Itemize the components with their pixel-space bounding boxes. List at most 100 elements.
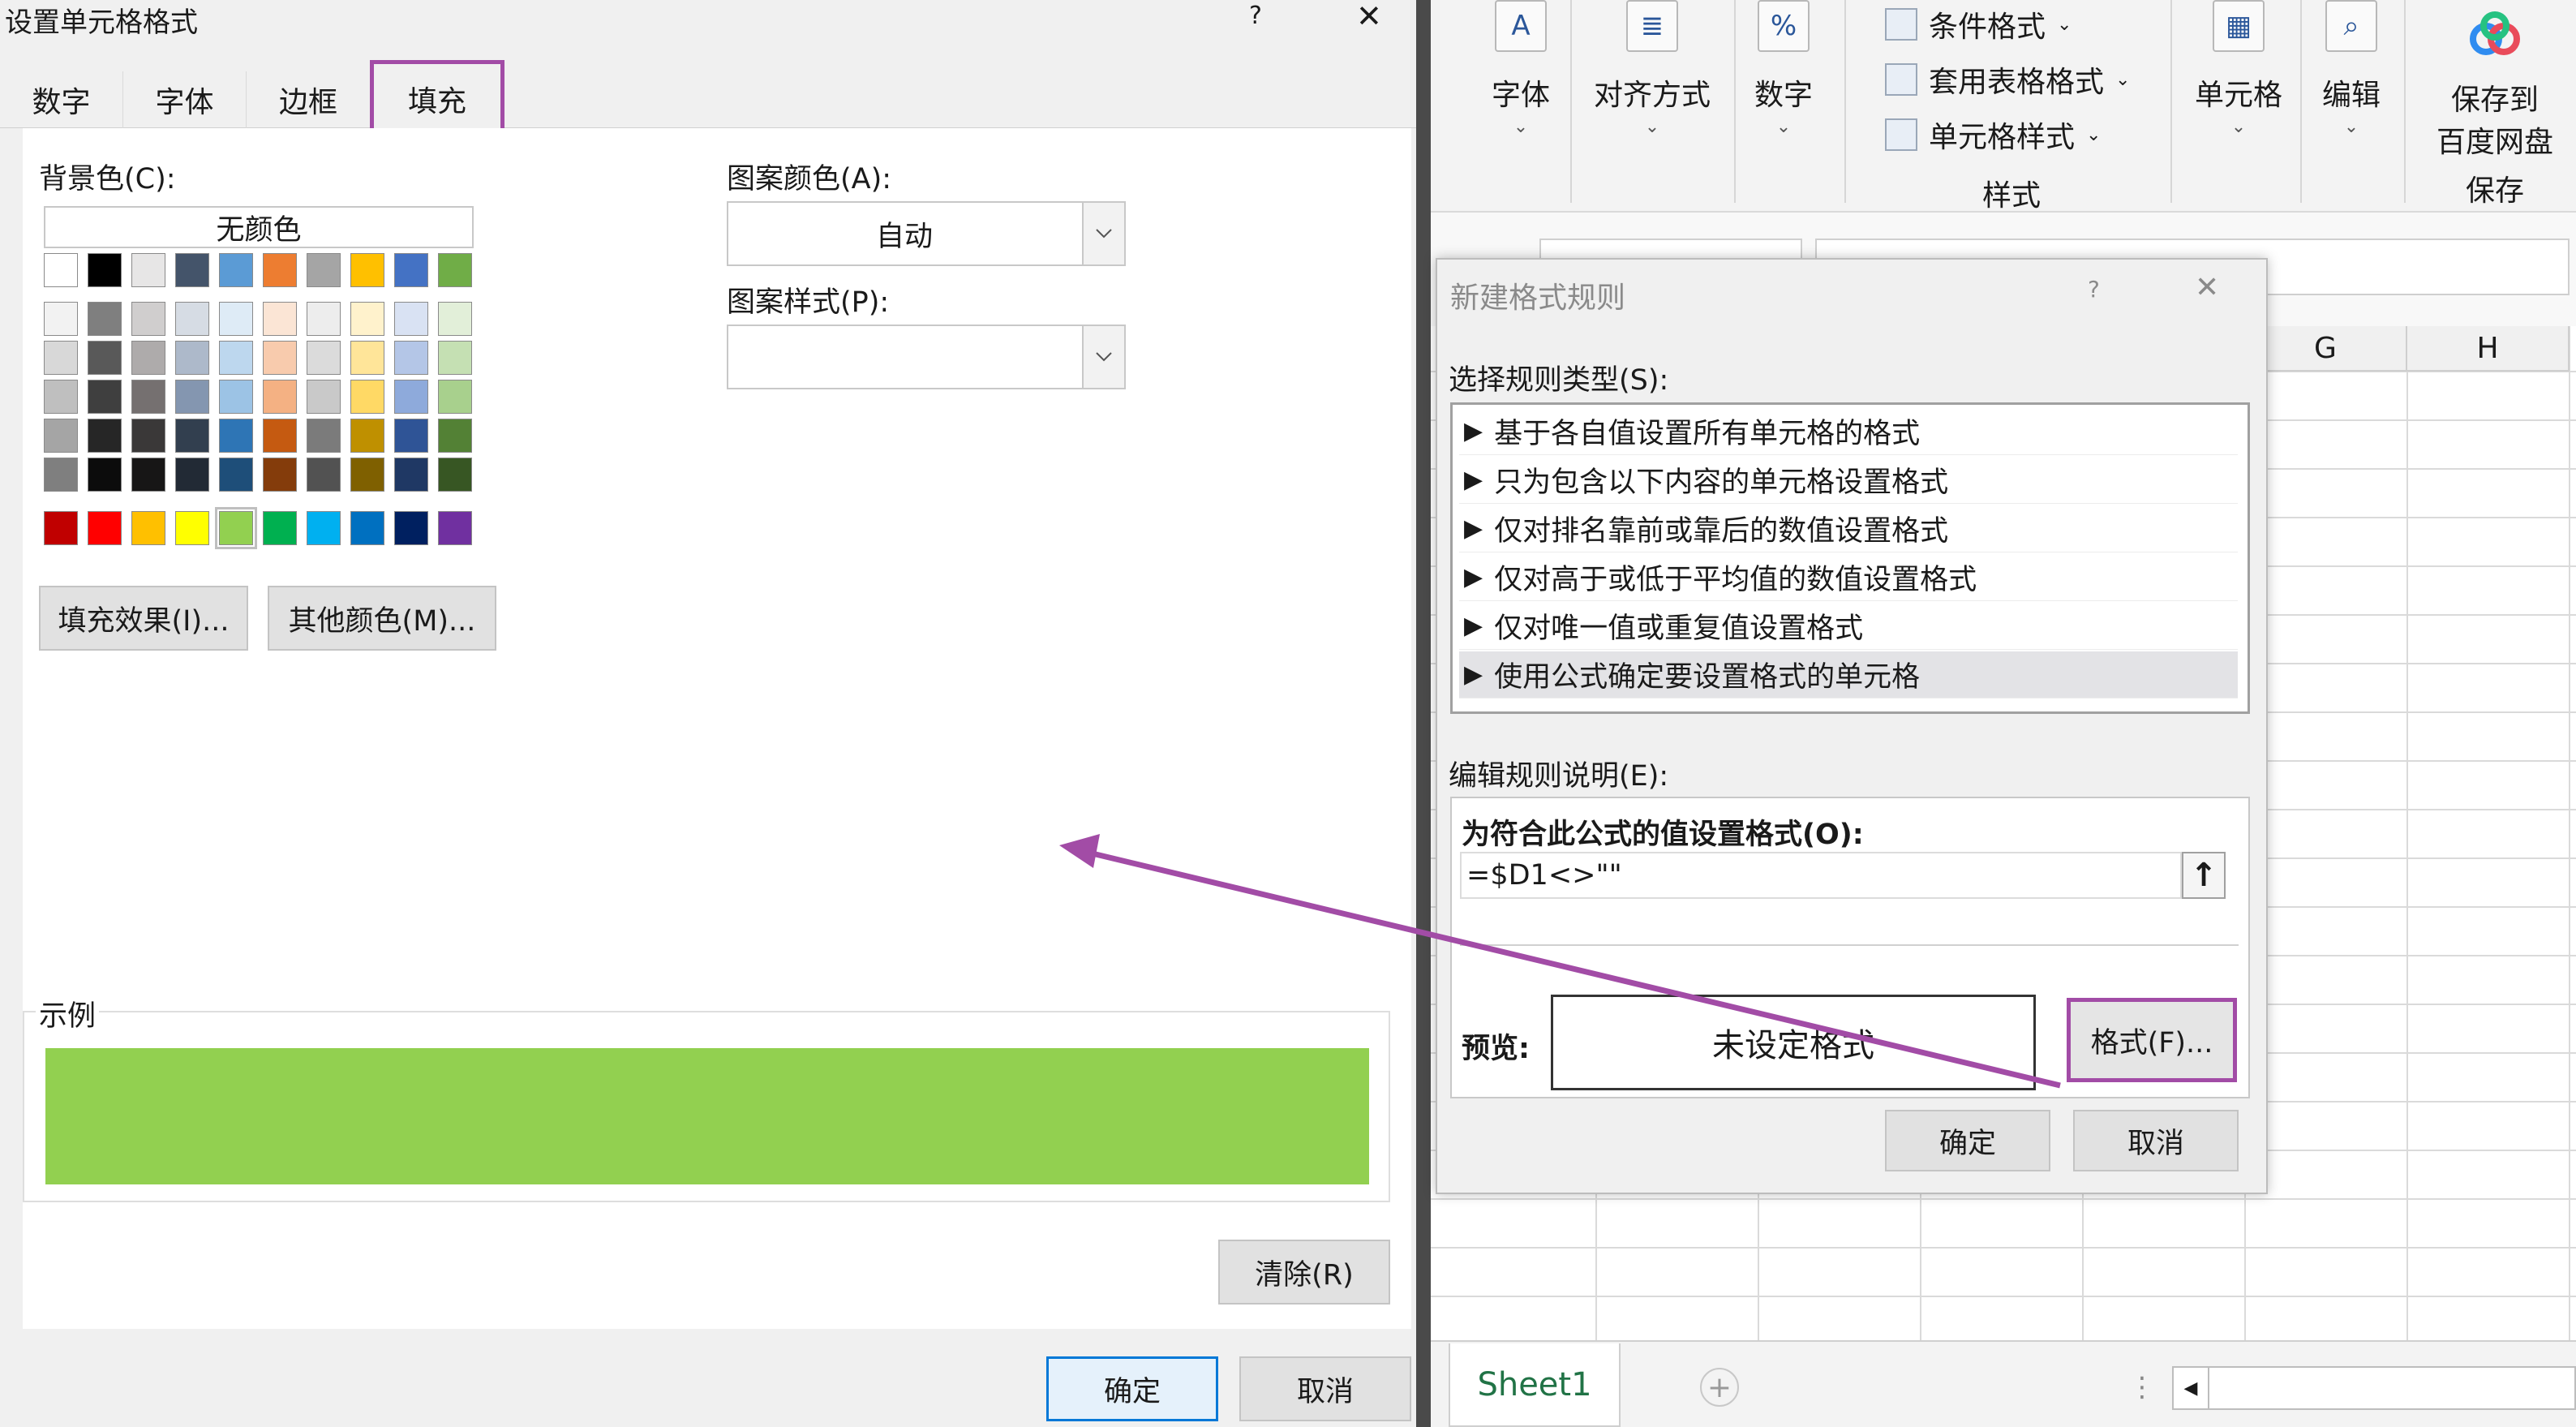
rule-item[interactable]: ▶ 基于各自值设置所有单元格的格式 — [1459, 408, 2238, 455]
fill-effects-button[interactable]: 填充效果(I)... — [39, 586, 248, 651]
color-swatch[interactable] — [438, 341, 472, 375]
color-swatch[interactable] — [175, 511, 209, 545]
color-swatch[interactable] — [215, 507, 257, 549]
close-icon[interactable]: ✕ — [2195, 271, 2219, 304]
table-format-button[interactable]: 套用表格格式 ⌄ — [1885, 58, 2130, 101]
color-swatch[interactable] — [307, 253, 341, 287]
clear-button[interactable]: 清除(R) — [1218, 1240, 1390, 1305]
color-swatch[interactable] — [88, 341, 122, 375]
tab-fill[interactable]: 填充 — [370, 60, 504, 138]
save-to-baidu-button[interactable]: 保存到 百度网盘 保存 — [2415, 0, 2574, 209]
color-swatch[interactable] — [307, 302, 341, 336]
color-swatch[interactable] — [44, 341, 78, 375]
color-swatch[interactable] — [394, 380, 428, 414]
color-swatch[interactable] — [175, 458, 209, 492]
color-swatch[interactable] — [350, 302, 384, 336]
tab-number[interactable]: 数字 — [0, 71, 123, 128]
horizontal-scrollbar[interactable] — [2172, 1366, 2576, 1410]
color-swatch[interactable] — [350, 511, 384, 545]
color-swatch[interactable] — [307, 511, 341, 545]
help-button[interactable]: ? — [2088, 276, 2100, 303]
color-swatch[interactable] — [394, 458, 428, 492]
color-swatch[interactable] — [438, 458, 472, 492]
scroll-left-icon[interactable]: ◀ — [2174, 1368, 2209, 1408]
color-swatch[interactable] — [350, 419, 384, 453]
column-header-h[interactable]: H — [2407, 326, 2570, 372]
cancel-button[interactable]: 取消 — [1239, 1356, 1411, 1421]
ok-button[interactable]: 确定 — [1046, 1356, 1218, 1421]
color-swatch[interactable] — [350, 341, 384, 375]
tab-border[interactable]: 边框 — [247, 71, 370, 128]
color-swatch[interactable] — [263, 511, 297, 545]
chevron-down-icon[interactable] — [1082, 203, 1124, 264]
color-swatch[interactable] — [394, 419, 428, 453]
color-swatch[interactable] — [307, 419, 341, 453]
rule-item[interactable]: ▶ 仅对唯一值或重复值设置格式 — [1459, 603, 2238, 650]
formula-input[interactable]: =$D1<>"" — [1460, 852, 2182, 899]
color-swatch[interactable] — [307, 341, 341, 375]
color-swatch[interactable] — [307, 458, 341, 492]
color-swatch[interactable] — [438, 380, 472, 414]
rule-item[interactable]: ▶ 仅对高于或低于平均值的数值设置格式 — [1459, 554, 2238, 601]
help-button[interactable]: ? — [1249, 2, 1262, 30]
cell-styles-button[interactable]: 单元格样式 ⌄ — [1885, 114, 2101, 156]
color-swatch[interactable] — [263, 419, 297, 453]
color-swatch[interactable] — [131, 458, 165, 492]
color-swatch[interactable] — [175, 253, 209, 287]
color-swatch[interactable] — [219, 419, 253, 453]
add-sheet-icon[interactable]: + — [1700, 1368, 1739, 1407]
color-swatch[interactable] — [44, 458, 78, 492]
color-swatch[interactable] — [44, 419, 78, 453]
more-icon[interactable]: ⋮ — [2128, 1371, 2156, 1403]
alignment-group-button[interactable]: ≣ 对齐方式 ⌄ — [1575, 0, 1729, 137]
color-swatch[interactable] — [175, 341, 209, 375]
column-header-g[interactable]: G — [2245, 326, 2407, 372]
rule-item-selected[interactable]: ▶ 使用公式确定要设置格式的单元格 — [1459, 651, 2238, 698]
color-swatch[interactable] — [263, 302, 297, 336]
color-swatch[interactable] — [219, 341, 253, 375]
pattern-color-select[interactable]: 自动 — [727, 201, 1126, 266]
color-swatch[interactable] — [44, 253, 78, 287]
color-swatch[interactable] — [394, 511, 428, 545]
color-swatch[interactable] — [263, 380, 297, 414]
ok-button[interactable]: 确定 — [1885, 1110, 2050, 1171]
color-swatch[interactable] — [175, 380, 209, 414]
color-swatch[interactable] — [131, 380, 165, 414]
color-swatch[interactable] — [88, 302, 122, 336]
color-swatch[interactable] — [88, 511, 122, 545]
color-swatch[interactable] — [131, 302, 165, 336]
rule-item[interactable]: ▶ 仅对排名靠前或靠后的数值设置格式 — [1459, 505, 2238, 552]
color-swatch[interactable] — [131, 341, 165, 375]
color-swatch[interactable] — [394, 302, 428, 336]
more-colors-button[interactable]: 其他颜色(M)... — [268, 586, 496, 651]
color-swatch[interactable] — [394, 341, 428, 375]
color-swatch[interactable] — [131, 253, 165, 287]
tab-font[interactable]: 字体 — [123, 71, 247, 128]
rule-item[interactable]: ▶ 只为包含以下内容的单元格设置格式 — [1459, 457, 2238, 504]
color-swatch[interactable] — [263, 341, 297, 375]
color-swatch[interactable] — [175, 419, 209, 453]
color-swatch[interactable] — [350, 380, 384, 414]
cancel-button[interactable]: 取消 — [2073, 1110, 2239, 1171]
color-swatch[interactable] — [219, 253, 253, 287]
color-swatch[interactable] — [438, 511, 472, 545]
color-swatch[interactable] — [438, 302, 472, 336]
color-swatch[interactable] — [438, 419, 472, 453]
number-group-button[interactable]: % 数字 ⌄ — [1739, 0, 1828, 137]
chevron-down-icon[interactable] — [1082, 326, 1124, 388]
format-button[interactable]: 格式(F)... — [2067, 998, 2237, 1082]
edit-group-button[interactable]: ⌕ 编辑 ⌄ — [2307, 0, 2396, 137]
color-swatch[interactable] — [438, 253, 472, 287]
color-swatch[interactable] — [88, 380, 122, 414]
color-swatch[interactable] — [219, 302, 253, 336]
font-group-button[interactable]: A 字体 ⌄ — [1476, 0, 1565, 137]
collapse-dialog-icon[interactable]: ↑ — [2182, 852, 2226, 899]
color-swatch[interactable] — [307, 380, 341, 414]
color-swatch[interactable] — [175, 302, 209, 336]
color-swatch[interactable] — [44, 511, 78, 545]
conditional-format-button[interactable]: 条件格式 ⌄ — [1885, 3, 2072, 45]
color-swatch[interactable] — [350, 253, 384, 287]
color-swatch[interactable] — [88, 458, 122, 492]
no-color-button[interactable]: 无颜色 — [44, 206, 474, 248]
color-swatch[interactable] — [350, 458, 384, 492]
